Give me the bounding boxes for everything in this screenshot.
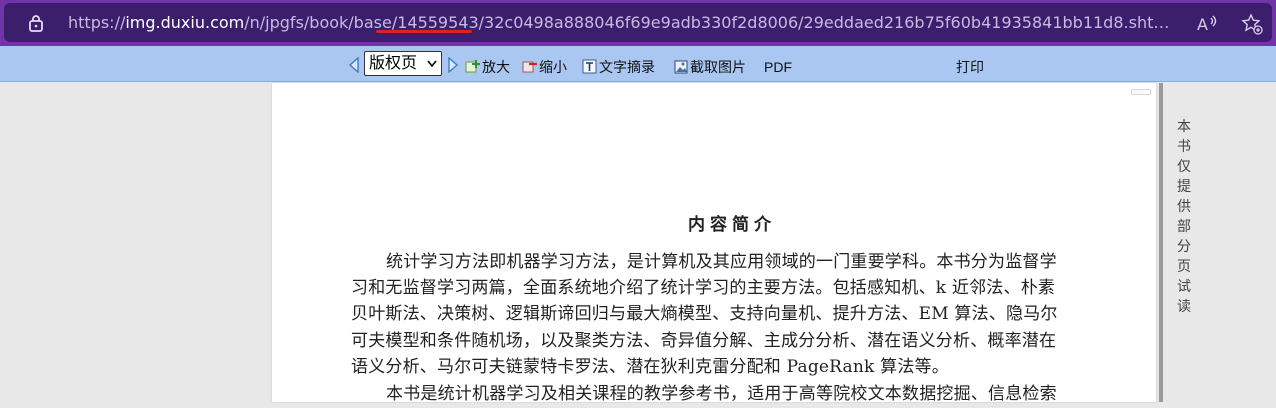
url-host: img.duxiu.com xyxy=(125,13,245,32)
text-extract-button[interactable]: 文字摘录 xyxy=(582,49,655,85)
zoom-out-icon xyxy=(522,61,537,73)
text-extract-label: 文字摘录 xyxy=(599,59,655,75)
zoom-out-button[interactable]: 缩小 xyxy=(522,49,567,85)
url-text[interactable]: https://img.duxiu.com/n/jpgfs/book/base/… xyxy=(68,12,1180,34)
pdf-label: PDF xyxy=(764,59,792,75)
text-extract-icon xyxy=(582,59,597,74)
url-highlight-underline xyxy=(376,30,472,33)
document-line: 统计学习方法即机器学习方法，是计算机及其应用领域的一门重要学科。本书分为监督学 xyxy=(386,252,1057,272)
document-line: 贝叶斯法、决策树、逻辑斯谛回归与最大熵模型、支持向量机、提升方法、EM 算法、隐… xyxy=(351,304,1058,324)
zoom-in-button[interactable]: 放大 xyxy=(465,49,510,85)
document-line: 可夫模型和条件随机场，以及聚类方法、奇异值分解、主成分分析、潜在语义分析、概率潜… xyxy=(351,331,1057,351)
screenshot-button[interactable]: 截取图片 xyxy=(673,49,746,85)
zoom-in-label: 放大 xyxy=(482,59,510,75)
pdf-button[interactable]: PDF xyxy=(764,49,792,85)
read-aloud-icon[interactable]: A xyxy=(1196,12,1220,36)
document-title: 内容简介 xyxy=(688,215,776,235)
page-divider[interactable] xyxy=(1159,83,1163,402)
svg-text:A: A xyxy=(1197,15,1208,34)
screenshot-label: 截取图片 xyxy=(690,59,746,75)
print-button[interactable]: 打印 xyxy=(956,49,984,85)
document-line: 语义分析、马尔可夫链蒙特卡罗法、潜在狄利克雷分配和 PageRank 算法等。 xyxy=(351,357,949,377)
page-select[interactable]: 版权页 xyxy=(364,51,442,76)
zoom-out-label: 缩小 xyxy=(539,59,567,75)
browser-address-bar: https://img.duxiu.com/n/jpgfs/book/base/… xyxy=(0,0,1276,46)
next-page-icon[interactable] xyxy=(447,57,459,73)
document-line: 本书是统计机器学习及相关课程的教学参考书，适用于高等院校文本数据挖掘、信息检索 xyxy=(386,384,1057,404)
zoom-in-icon xyxy=(465,60,480,73)
previous-page-icon[interactable] xyxy=(348,57,360,73)
chevron-down-icon xyxy=(427,60,437,68)
url-field[interactable]: https://img.duxiu.com/n/jpgfs/book/base/… xyxy=(4,3,1272,42)
add-favorite-icon[interactable] xyxy=(1240,12,1264,36)
lock-icon[interactable] xyxy=(26,13,46,33)
page-corner-mark xyxy=(1131,89,1151,95)
crop-image-icon xyxy=(674,60,688,74)
print-label: 打印 xyxy=(956,59,984,75)
document-line: 习和无监督学习两篇，全面系统地介绍了统计学习的主要方法。包括感知机、k 近邻法、… xyxy=(351,278,1056,298)
